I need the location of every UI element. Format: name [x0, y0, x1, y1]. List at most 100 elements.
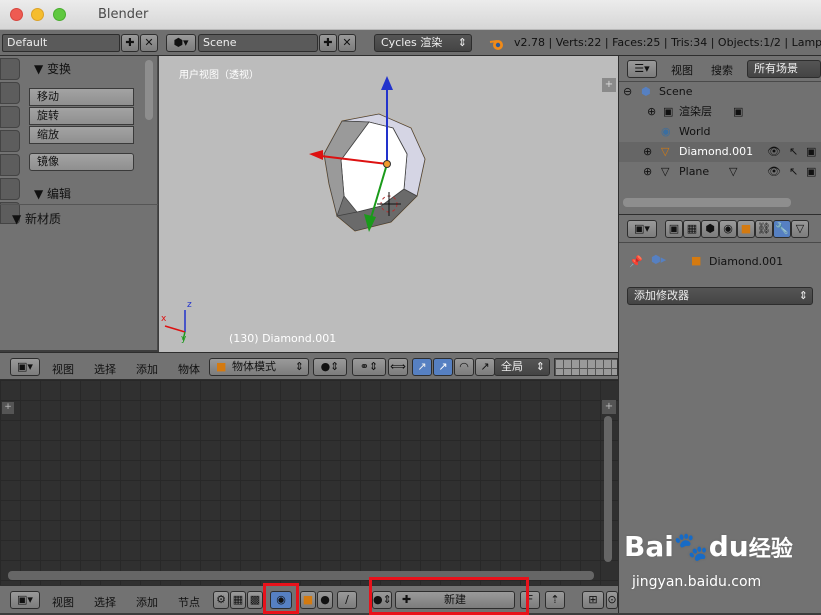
outliner-row-plane[interactable]: ⊕ ▽ Plane ▽ 👁 ↖ ▣ — [619, 162, 821, 182]
translate-manipulator-button[interactable]: ↗ — [412, 358, 432, 376]
chevron-down-icon: ⇕ — [294, 360, 304, 373]
outliner-menu-search[interactable]: 搜索 — [711, 62, 733, 78]
close-window-button[interactable] — [10, 8, 23, 21]
outliner-scrollbar[interactable] — [623, 198, 791, 207]
transform-panel-header[interactable]: ▼ 变换 — [34, 60, 71, 77]
texture-nodes-button[interactable]: ▩ — [247, 591, 263, 609]
highlight-world-shader — [263, 583, 299, 614]
zoom-window-button[interactable] — [53, 8, 66, 21]
node-menu-add[interactable]: 添加 — [136, 594, 158, 610]
mesh-data-icon: ▽ — [729, 165, 738, 178]
compositing-nodes-button[interactable]: ▦ — [230, 591, 246, 609]
3d-viewport[interactable]: 用户视图（透视） z x y (130) Diamond.001 + — [159, 56, 618, 352]
minimize-window-button[interactable] — [31, 8, 44, 21]
node-editor[interactable]: + + — [0, 380, 618, 585]
world-button[interactable]: ● — [317, 591, 333, 609]
chevron-down-icon: ⇕ — [457, 36, 467, 49]
world-tab-icon[interactable]: ◉ — [719, 220, 737, 238]
render-layers-tab-icon[interactable]: ▦ — [683, 220, 701, 238]
outliner-row-world[interactable]: ◉ World — [619, 122, 821, 142]
object-tab-icon[interactable]: ■ — [737, 220, 755, 238]
outliner-row-diamond[interactable]: ⊕ ▽ Diamond.001 👁 ↖ ▣ — [619, 142, 821, 162]
node-properties-toggle-button[interactable]: + — [602, 400, 616, 414]
layer-buttons[interactable] — [554, 358, 618, 376]
outliner-diamond-label: Diamond.001 — [679, 145, 754, 158]
scene-field[interactable]: Scene — [198, 34, 318, 52]
menu-object[interactable]: 物体 — [178, 361, 200, 377]
tool-shelf-toggle-button[interactable]: + — [2, 402, 14, 414]
tab-animation[interactable] — [0, 130, 20, 152]
eye-icon[interactable]: 👁 — [767, 162, 781, 182]
orientation-select[interactable]: 全局 ⇕ — [494, 358, 550, 376]
render-layer-toggle-icon[interactable]: ▣ — [733, 102, 743, 122]
menu-add[interactable]: 添加 — [136, 361, 158, 377]
watermark-logo: Bai🐾du经验 — [624, 530, 793, 563]
add-scene-button[interactable]: ✚ — [319, 34, 337, 52]
move-button[interactable]: 移动 — [29, 88, 134, 106]
properties-toggle-button[interactable]: + — [602, 78, 616, 92]
snap-button[interactable]: ⊞ — [582, 591, 604, 609]
editor-type-button[interactable]: ▣▾ — [10, 358, 40, 376]
menu-select[interactable]: 选择 — [94, 361, 116, 377]
scene-icon[interactable]: ⬢▾ — [166, 34, 196, 52]
pin-icon[interactable]: 📌 — [629, 255, 643, 268]
outliner-filter-select[interactable]: 所有场景 — [747, 60, 821, 78]
viewport-shading-button[interactable]: ●⇕ — [313, 358, 347, 376]
rotate-manipulator-button[interactable]: ↗ — [433, 358, 453, 376]
manipulator-toggle-button[interactable]: ⟺ — [388, 358, 408, 376]
new-material-panel-header[interactable]: ▼ 新材质 — [12, 210, 61, 227]
outliner-row-scene[interactable]: ⊖ ⬢ Scene — [619, 82, 821, 102]
line-style-button[interactable]: ∕ — [337, 591, 357, 609]
render-engine-select[interactable]: Cycles 渲染 ⇕ — [374, 34, 472, 52]
object-shader-button[interactable]: ■ — [300, 591, 316, 609]
scene-icon: ⬢ — [641, 85, 651, 98]
edit-panel-header[interactable]: ▼ 编辑 — [34, 185, 71, 202]
watermark-brand: Bai — [624, 530, 674, 563]
cursor-icon[interactable]: ↖ — [789, 162, 798, 182]
outliner-editor-type-button[interactable]: ☰▾ — [627, 60, 657, 78]
rotate-button[interactable]: 旋转 — [29, 107, 134, 125]
add-modifier-select[interactable]: 添加修改器 ⇕ — [627, 287, 813, 305]
tab-tools[interactable] — [0, 58, 20, 80]
shader-nodes-button[interactable]: ⚙ — [213, 591, 229, 609]
properties-editor-type-button[interactable]: ▣▾ — [627, 220, 657, 238]
constraints-tab-icon[interactable]: ⛓ — [755, 220, 773, 238]
backdrop-button[interactable]: ⊙ — [606, 591, 618, 609]
node-vertical-scrollbar[interactable] — [604, 416, 612, 562]
tab-create[interactable] — [0, 82, 20, 104]
outliner-menu-view[interactable]: 视图 — [671, 62, 693, 78]
outliner: ☰▾ 视图 搜索 所有场景 ⊖ ⬢ Scene ⊕ ▣ 渲染层 ▣ ◉ World ⊕ ▽ Di… — [618, 56, 821, 214]
mode-select[interactable]: 物体模式 ■ ⇕ — [209, 358, 309, 376]
layout-field[interactable]: Default — [2, 34, 120, 52]
scale-manipulator-button[interactable]: ◠ — [454, 358, 474, 376]
diamond-mesh — [309, 76, 426, 232]
node-menu-node[interactable]: 节点 — [178, 594, 200, 610]
scale-button[interactable]: 缩放 — [29, 126, 134, 144]
node-editor-type-button[interactable]: ▣▾ — [10, 591, 40, 609]
scene-tab-icon[interactable]: ⬢ — [701, 220, 719, 238]
remove-layout-button[interactable]: ✕ — [140, 34, 158, 52]
transform-orientation-icon[interactable]: ↗ — [475, 358, 495, 376]
watermark-suffix: 经验 — [748, 537, 793, 562]
add-layout-button[interactable]: ✚ — [121, 34, 139, 52]
tab-physics[interactable] — [0, 154, 20, 176]
node-menu-view[interactable]: 视图 — [52, 594, 74, 610]
data-tab-icon[interactable]: ▽ — [791, 220, 809, 238]
cursor-icon[interactable]: ↖ — [789, 142, 798, 162]
camera-icon[interactable]: ▣ — [806, 162, 816, 182]
render-tab-icon[interactable]: ▣ — [665, 220, 683, 238]
remove-scene-button[interactable]: ✕ — [338, 34, 356, 52]
tab-relations[interactable] — [0, 106, 20, 128]
node-menu-select[interactable]: 选择 — [94, 594, 116, 610]
eye-icon[interactable]: 👁 — [767, 142, 781, 162]
tool-shelf-scrollbar[interactable] — [145, 60, 153, 120]
outliner-row-render-layers[interactable]: ⊕ ▣ 渲染层 ▣ — [619, 102, 821, 122]
camera-icon[interactable]: ▣ — [806, 142, 816, 162]
mirror-button[interactable]: 镜像 — [29, 153, 134, 171]
transform-title: 变换 — [47, 62, 72, 76]
menu-view[interactable]: 视图 — [52, 361, 74, 377]
modifiers-tab-icon[interactable]: 🔧 — [773, 220, 791, 238]
tab-grease-pencil[interactable] — [0, 178, 20, 200]
pivot-point-button[interactable]: ⚭⇕ — [352, 358, 386, 376]
parent-node-tree-button[interactable]: ⇡ — [545, 591, 565, 609]
